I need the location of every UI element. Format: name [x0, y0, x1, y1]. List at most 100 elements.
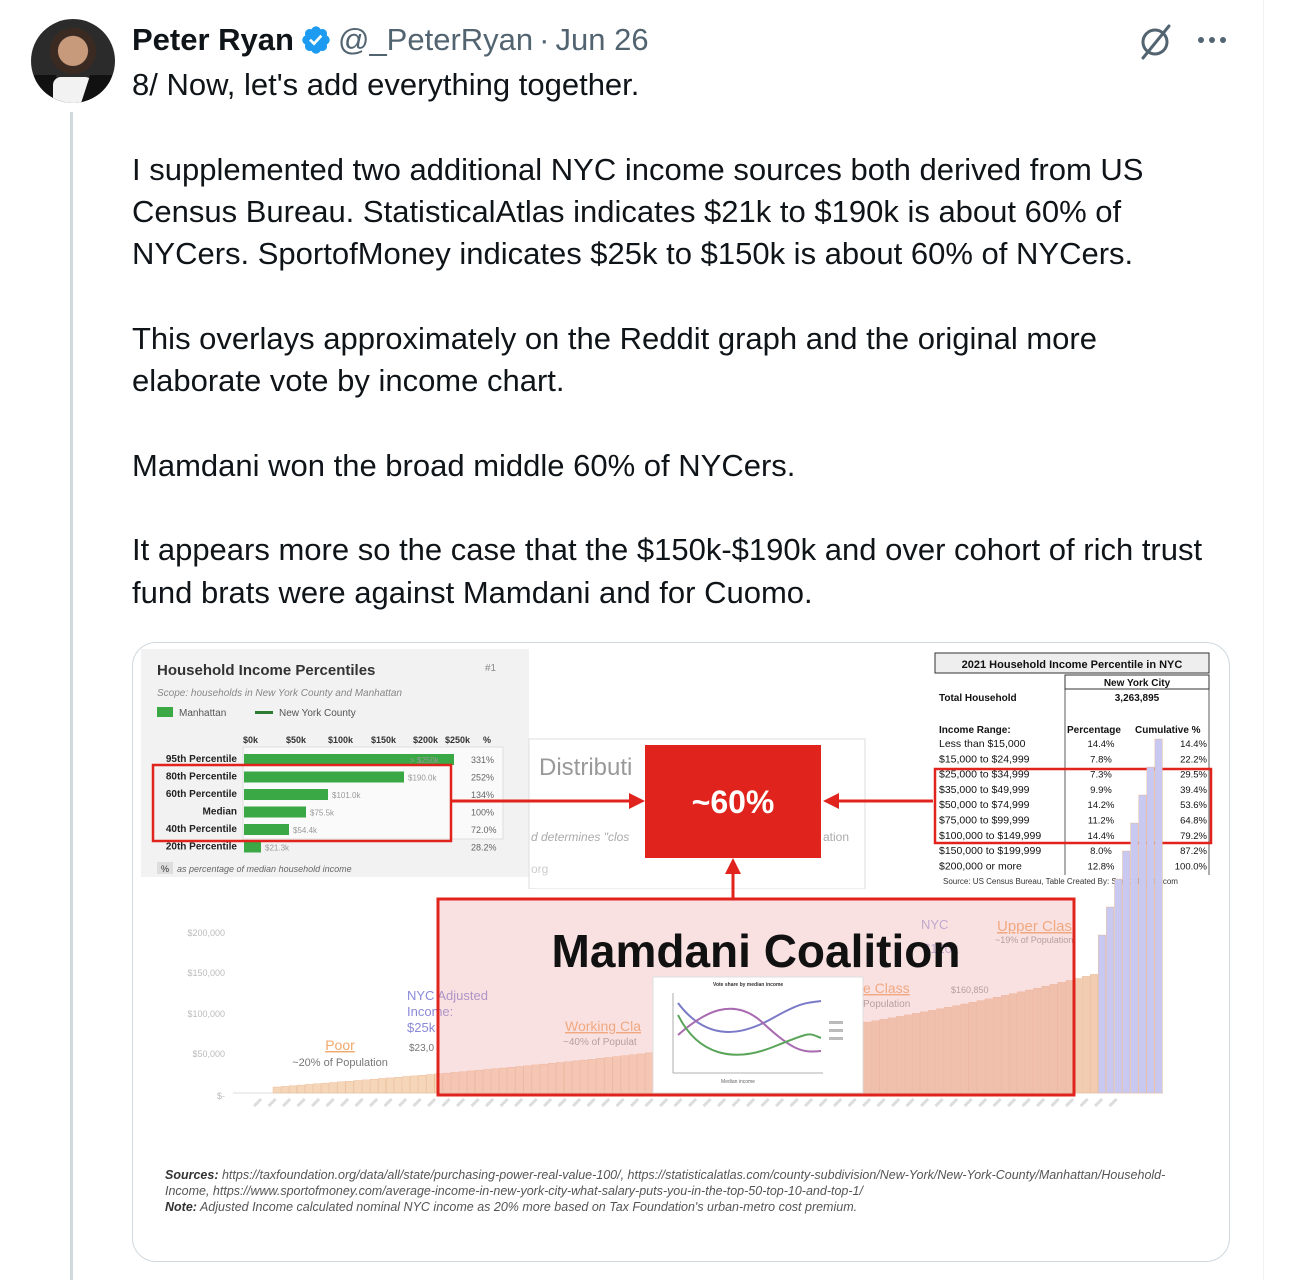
income-bar: [272, 1086, 281, 1094]
income-pct: 14.4%: [1088, 831, 1115, 842]
income-cumulative: 14.4%: [1180, 739, 1207, 750]
percentile-value: $75.5k: [310, 809, 335, 818]
tweet-media-image[interactable]: Household Income Percentiles #1 Scope: h…: [132, 642, 1230, 1262]
income-cumulative: 87.2%: [1180, 846, 1207, 857]
grok-icon[interactable]: [1136, 22, 1174, 60]
right-table-title: 2021 Household Income Percentile in NYC: [962, 659, 1183, 671]
income-range: $100,000 to $149,999: [939, 830, 1041, 842]
income-bar: [313, 1083, 322, 1094]
income-bar: [361, 1079, 370, 1094]
y-tick: $200,000: [187, 928, 225, 938]
percentile-value: $21.3k: [265, 844, 290, 853]
income-bar: [1090, 974, 1098, 1094]
col-percentage: Percentage: [1067, 725, 1121, 736]
income-range: $15,000 to $24,999: [939, 753, 1030, 765]
left-axis-tick: $50k: [286, 735, 307, 745]
percentile-pct: 72.0%: [471, 825, 497, 835]
left-panel-title: Household Income Percentiles: [157, 662, 375, 679]
small-value: $23,0: [409, 1043, 434, 1054]
income-bar: [410, 1075, 419, 1094]
income-cumulative: 100.0%: [1175, 861, 1208, 872]
author-name[interactable]: Peter Ryan: [132, 22, 294, 58]
tweet-paragraph: Mamdani won the broad middle 60% of NYCe…: [132, 447, 796, 483]
income-bar: [369, 1079, 378, 1094]
income-bar: [288, 1085, 297, 1094]
legend-ny-county: New York County: [279, 708, 356, 719]
income-bar: [394, 1077, 403, 1094]
income-pct: 12.8%: [1088, 861, 1115, 872]
percentile-value: $54.4k: [293, 826, 318, 835]
inset-title: Vote share by median income: [713, 982, 783, 988]
income-bar: [329, 1082, 338, 1094]
left-axis-tick: %: [483, 735, 491, 745]
tweet-date[interactable]: Jun 26: [555, 22, 648, 58]
percentile-label: 40th Percentile: [166, 824, 238, 835]
income-bar: [1081, 976, 1090, 1094]
thread-line: [70, 112, 73, 1280]
media-sources: Sources: https://taxfoundation.org/data/…: [165, 1167, 1185, 1215]
left-footnote: as percentage of median household income: [177, 864, 352, 874]
more-icon[interactable]: [1192, 22, 1232, 58]
vote-share-inset: [652, 976, 864, 1094]
tweet-paragraph: It appears more so the case that the $15…: [132, 532, 1211, 610]
income-range: $150,000 to $199,999: [939, 845, 1041, 857]
header-separator: ·: [539, 22, 550, 57]
distribution-title: Distributi: [539, 754, 632, 781]
percentile-bar: [244, 789, 328, 800]
note-label: Note:: [165, 1200, 197, 1214]
sixty-percent-label: ~60%: [692, 784, 775, 820]
income-bar: [1130, 822, 1139, 1094]
income-bar: [386, 1077, 395, 1094]
verified-badge-icon: [302, 26, 330, 54]
percentile-label: Median: [203, 807, 237, 818]
coalition-title: Mamdani Coalition: [552, 925, 961, 977]
sources-label: Sources:: [165, 1168, 219, 1182]
percentile-value: > $250k: [410, 756, 440, 765]
income-bar: [1114, 878, 1123, 1094]
tweet-text: 8/ Now, let's add everything together. I…: [132, 64, 1232, 614]
left-axis-tick: $250k: [445, 735, 471, 745]
percentile-value: $190.0k: [408, 774, 437, 783]
tweet-paragraph: This overlays approximately on the Reddi…: [132, 320, 1106, 399]
percentile-label: 95th Percentile: [166, 754, 238, 765]
percentile-label: 80th Percentile: [166, 772, 238, 783]
income-bar: [402, 1076, 411, 1094]
poor-label: Poor: [325, 1037, 355, 1053]
income-range: $25,000 to $34,999: [939, 769, 1030, 781]
income-pct: 7.3%: [1090, 770, 1112, 781]
percentile-pct: 28.2%: [471, 843, 497, 853]
income-bar: [1106, 906, 1115, 1094]
income-cumulative: 64.8%: [1180, 816, 1207, 827]
income-cumulative: 22.2%: [1180, 754, 1207, 765]
note-text: Adjusted Income calculated nominal NYC i…: [199, 1200, 858, 1214]
percentile-value: $101.0k: [332, 791, 361, 800]
ation-text: ation: [823, 830, 849, 844]
income-range: $50,000 to $74,999: [939, 799, 1030, 811]
inset-xlabel: Median income: [721, 1079, 755, 1085]
income-bar: [1146, 766, 1155, 1094]
total-label: Total Household: [939, 693, 1017, 704]
legend-manhattan: Manhattan: [179, 708, 226, 719]
author-handle[interactable]: @_PeterRyan: [338, 22, 533, 58]
income-value: $25k: [407, 1020, 436, 1035]
avatar[interactable]: [31, 19, 115, 103]
tweet-header: Peter Ryan @_PeterRyan · Jun 26: [132, 20, 649, 60]
income-bar: [1098, 934, 1106, 1094]
income-range: $75,000 to $99,999: [939, 815, 1030, 827]
income-bar: [418, 1075, 427, 1094]
percentile-label: 20th Percentile: [166, 842, 238, 853]
total-value: 3,263,895: [1115, 693, 1160, 704]
income-pct: 14.2%: [1088, 800, 1115, 811]
income-bar: [1122, 850, 1131, 1094]
income-bar: [321, 1082, 330, 1094]
left-axis-tick: $100k: [328, 735, 354, 745]
left-panel-badge: #1: [485, 663, 497, 674]
percentile-bar: [244, 806, 306, 818]
range-label: Income Range:: [939, 725, 1011, 736]
percentile-pct: 252%: [471, 773, 494, 783]
percentile-label: 60th Percentile: [166, 789, 238, 800]
right-table-group: New York City: [1104, 678, 1171, 689]
income-bar: [337, 1081, 346, 1094]
y-tick: $50,000: [192, 1049, 225, 1059]
left-panel-scope: Scope: households in New York County and…: [157, 688, 402, 699]
